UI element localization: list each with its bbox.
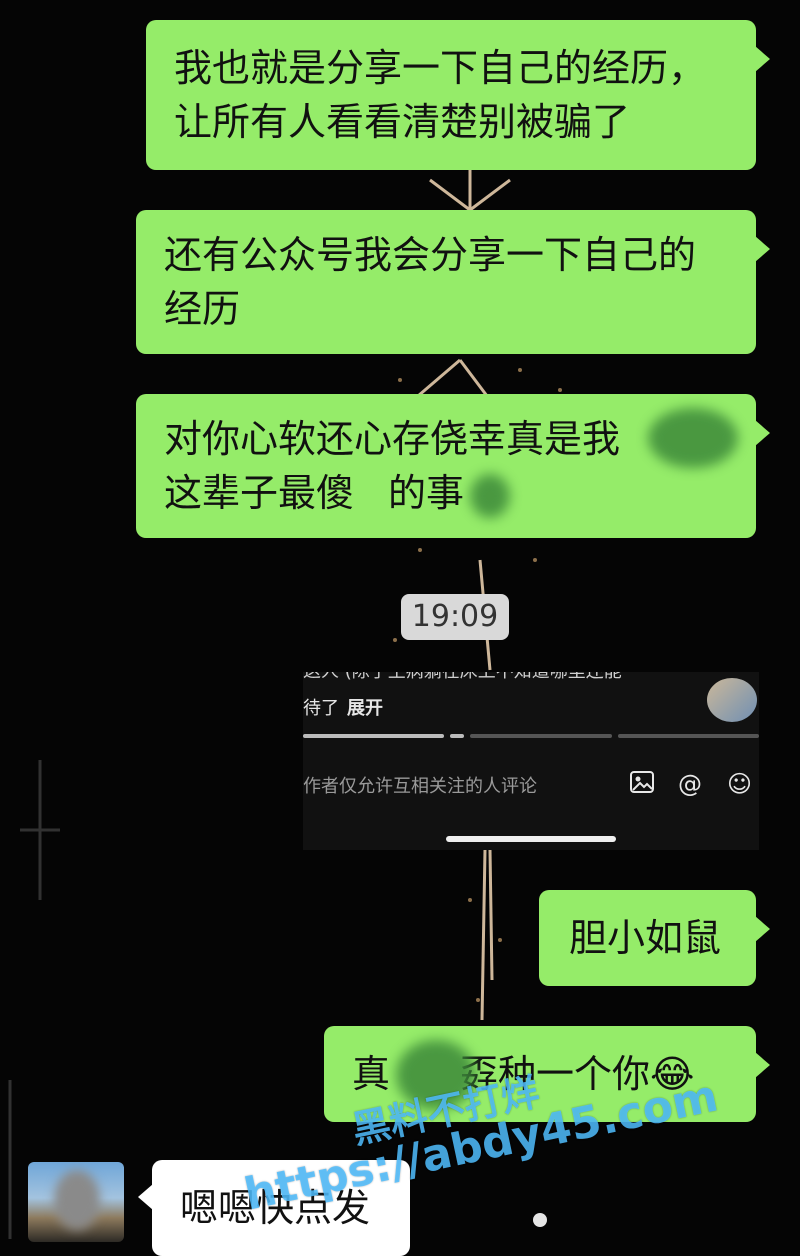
message-line: 经历: [164, 287, 241, 331]
message-line: 胆小如鼠: [569, 916, 722, 960]
story-progress: [303, 734, 759, 738]
chat-timestamp: 19:09: [401, 594, 509, 640]
image-icon[interactable]: [629, 770, 655, 800]
sent-message-bubble[interactable]: 我也就是分享一下自己的经历， 让所有人看看清楚别被骗了: [146, 20, 770, 170]
message-line: 这辈子最傻 的事: [164, 466, 728, 520]
message-line: 让所有人看看清楚别被骗了: [174, 100, 631, 144]
sent-message-bubble[interactable]: 对你心软还心存侥幸真是我 这辈子最傻 的事: [136, 394, 770, 538]
message-line: 还有公众号我会分享一下自己的: [164, 233, 697, 277]
progress-segment: [303, 734, 445, 738]
progress-segment: [617, 734, 759, 738]
message-line: 对你心软还心存侥幸真是我: [164, 417, 621, 461]
emoji-icon[interactable]: ☺: [727, 770, 752, 798]
expand-link[interactable]: 展开: [347, 698, 383, 719]
sent-message-bubble[interactable]: 胆小如鼠: [539, 890, 770, 986]
message-fragment: 真: [352, 1052, 391, 1096]
home-indicator: [446, 836, 616, 842]
author-avatar[interactable]: [707, 678, 757, 722]
post-truncated-text: 这人 (除了生病躺在床上不知道哪里还能: [303, 672, 703, 686]
message-line: 我也就是分享一下自己的经历，: [174, 46, 707, 90]
comment-input[interactable]: 作者仅允许互相关注的人评论: [303, 772, 537, 798]
contact-avatar[interactable]: [28, 1162, 124, 1242]
avatar-face-blur: [54, 1170, 100, 1230]
redaction-blur: [648, 408, 738, 468]
post-text-line: 待了: [303, 698, 339, 719]
sent-message-bubble[interactable]: 还有公众号我会分享一下自己的 经历: [136, 210, 770, 354]
message-fragment: 这辈子最傻: [164, 471, 355, 515]
at-icon[interactable]: @: [678, 770, 702, 798]
redaction-blur: [470, 474, 510, 518]
message-fragment: 的事: [388, 471, 465, 515]
progress-segment: [470, 734, 612, 738]
embedded-post-screenshot: 这人 (除了生病躺在床上不知道哪里还能 待了展开 作者仅允许互相关注的人评论 @…: [303, 672, 759, 850]
post-text: 待了 展开: [303, 694, 383, 720]
progress-segment: [450, 734, 465, 738]
